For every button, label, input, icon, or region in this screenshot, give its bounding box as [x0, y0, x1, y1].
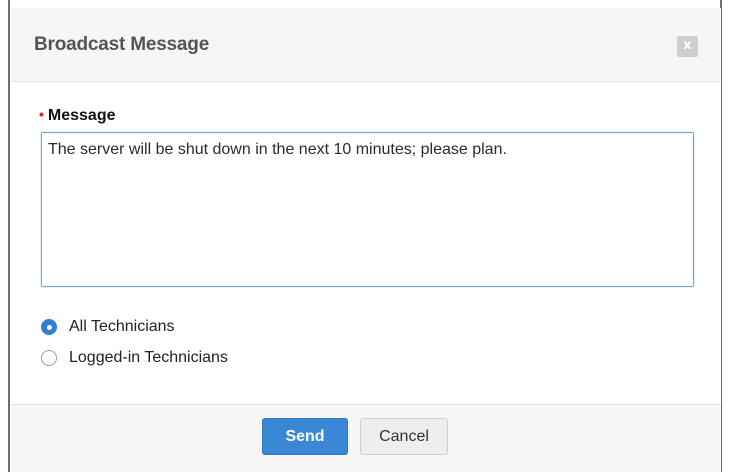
message-textarea[interactable]: The server will be shut down in the next…: [41, 132, 694, 287]
broadcast-message-dialog: Broadcast Message x • Message The server …: [11, 8, 721, 472]
radio-selected-icon[interactable]: [41, 319, 57, 335]
message-label-text: Message: [47, 107, 116, 124]
radio-all-technicians[interactable]: All Technicians: [41, 316, 175, 338]
dialog-title: Broadcast Message: [34, 34, 210, 55]
send-button[interactable]: Send: [262, 418, 348, 455]
radio-label-logged-in-technicians: Logged-in Technicians: [69, 349, 228, 366]
background-window-edge-left: [0, 0, 10, 472]
dialog-footer: Send Cancel: [11, 404, 721, 472]
message-label: • Message: [39, 106, 116, 125]
radio-unselected-icon[interactable]: [41, 350, 57, 366]
cancel-button[interactable]: Cancel: [360, 418, 448, 455]
radio-label-all-technicians: All Technicians: [69, 318, 175, 335]
background-window-edge-right: [720, 0, 731, 472]
close-icon[interactable]: x: [677, 36, 698, 57]
dialog-header: Broadcast Message x: [11, 8, 721, 82]
radio-logged-in-technicians[interactable]: Logged-in Technicians: [41, 347, 228, 369]
required-marker: •: [39, 106, 44, 122]
